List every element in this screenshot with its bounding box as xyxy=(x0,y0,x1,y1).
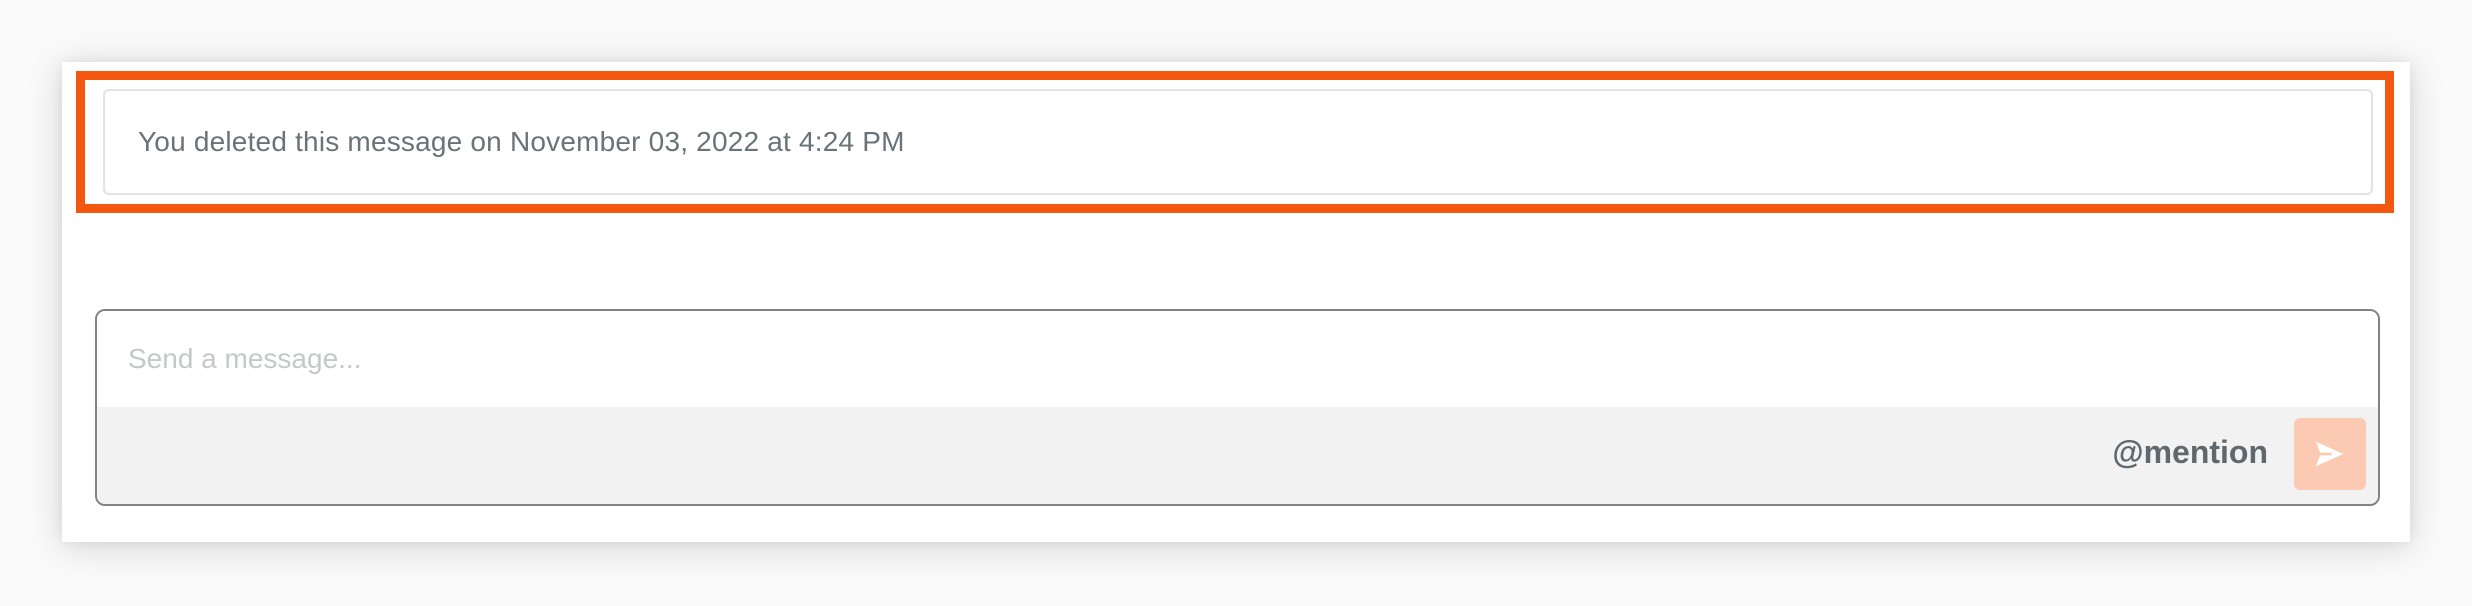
send-icon xyxy=(2312,437,2348,471)
stage: You deleted this message on November 03,… xyxy=(0,0,2472,606)
message-input[interactable] xyxy=(97,311,2378,407)
mention-button[interactable]: @mention xyxy=(2112,434,2268,471)
deleted-message-text: You deleted this message on November 03,… xyxy=(138,126,905,157)
composer-toolbar: @mention xyxy=(97,407,2378,504)
conversation-panel: You deleted this message on November 03,… xyxy=(62,62,2410,542)
send-button[interactable] xyxy=(2294,418,2366,490)
message-composer: @mention xyxy=(95,309,2380,506)
deleted-message: You deleted this message on November 03,… xyxy=(103,89,2373,195)
